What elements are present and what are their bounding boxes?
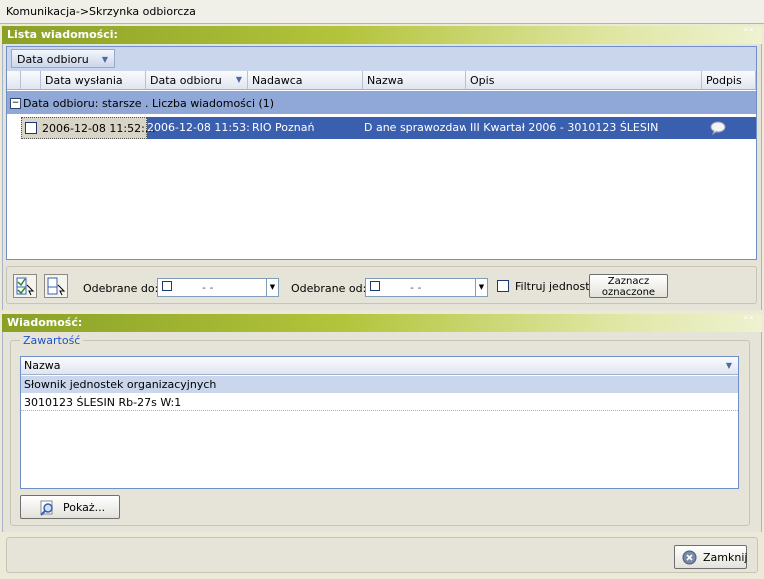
show-button-label: Pokaż... — [63, 501, 106, 514]
cell-sent-value: 2006-12-08 11:52:... — [42, 122, 156, 135]
column-header-received[interactable]: Data odbioru ▼ — [146, 71, 248, 90]
column-header-name[interactable]: Nazwa — [363, 71, 466, 90]
dropdown-arrow-icon[interactable]: ▼ — [475, 279, 487, 296]
column-header-signature[interactable]: Podpis — [702, 71, 756, 90]
group-by-label: Data odbioru — [17, 53, 89, 66]
received-from-label: Odebrane od: — [291, 282, 367, 295]
content-legend: Zawartość — [20, 334, 84, 347]
cell-description: III Kwartał 2006 - 3010123 ŚLESIN — [470, 121, 659, 134]
received-to-value: - - — [202, 281, 214, 294]
close-button[interactable]: Zamknij — [674, 545, 747, 569]
chevron-down-icon: ▼ — [725, 361, 732, 370]
cell-sender: RIO Poznań — [252, 121, 315, 134]
footer-bar: Zamknij — [6, 537, 758, 573]
cell-name: D ane sprawozdaw... — [364, 121, 466, 134]
message-panel-title: Wiadomość: — [7, 316, 83, 329]
collapse-icon[interactable]: ˄˄ — [743, 315, 754, 328]
mark-selected-button[interactable]: Zaznacz oznaczone — [589, 274, 668, 298]
uncheck-all-icon — [47, 277, 66, 296]
list-item[interactable]: 3010123 ŚLESIN Rb-27s W:1 — [21, 394, 738, 411]
column-header-sender[interactable]: Nadawca — [248, 71, 363, 90]
cell-sent: 2006-12-08 11:52:... — [21, 117, 155, 139]
dropdown-arrow-icon[interactable]: ▼ — [266, 279, 278, 296]
filter-toolbar: Odebrane do: - - ▼ Odebrane od: - - ▼ Fi… — [6, 266, 757, 304]
received-to-picker[interactable]: - - ▼ — [157, 278, 279, 297]
column-header-description[interactable]: Opis — [466, 71, 702, 90]
content-column-label: Nazwa — [24, 359, 61, 372]
list-item[interactable]: Słownik jednostek organizacyjnych — [21, 376, 738, 393]
list-panel-header: Lista wiadomości: ˄˄ — [2, 26, 762, 44]
received-to-label: Odebrane do: — [83, 282, 159, 295]
group-row[interactable]: − Data odbioru: starsze . Liczba wiadomo… — [7, 91, 756, 115]
magnifier-icon — [40, 500, 53, 516]
message-panel-header: Wiadomość: ˄˄ — [2, 314, 762, 332]
deselect-all-button[interactable] — [44, 274, 68, 298]
column-header-spacer — [21, 71, 41, 90]
signed-message-icon[interactable] — [710, 121, 726, 135]
select-all-button[interactable] — [13, 274, 37, 298]
close-button-label: Zamknij — [703, 551, 748, 564]
sort-desc-icon: ▼ — [235, 75, 242, 84]
group-by-bar: Data odbioru ▼ — [7, 47, 756, 71]
check-all-icon — [16, 277, 35, 296]
close-icon — [682, 550, 697, 565]
cell-received: 2006-12-08 11:53:... — [147, 121, 251, 134]
filter-units-label: Filtruj jednostki — [515, 280, 599, 293]
group-row-label: Data odbioru: starsze . Liczba wiadomośc… — [23, 97, 275, 110]
row-checkbox[interactable] — [25, 122, 37, 134]
column-header-received-label: Data odbioru — [150, 74, 222, 87]
column-header-spacer — [7, 71, 21, 90]
received-from-picker[interactable]: - - ▼ — [365, 278, 488, 297]
show-button[interactable]: Pokaż... — [20, 495, 120, 519]
content-column-header[interactable]: Nazwa ▼ — [21, 357, 738, 375]
message-grid: Data odbioru ▼ Data wysłania Data odbior… — [6, 46, 757, 260]
column-header-sent[interactable]: Data wysłania — [41, 71, 146, 90]
collapse-icon[interactable]: ˄˄ — [743, 27, 754, 40]
received-from-value: - - — [410, 281, 422, 294]
list-panel-title: Lista wiadomości: — [7, 28, 118, 41]
group-by-button[interactable]: Data odbioru ▼ — [11, 49, 115, 68]
received-from-checkbox[interactable] — [370, 281, 380, 291]
content-list: Nazwa ▼ Słownik jednostek organizacyjnyc… — [20, 356, 739, 489]
collapse-group-icon[interactable]: − — [10, 98, 21, 109]
received-to-checkbox[interactable] — [162, 281, 172, 291]
filter-units-checkbox[interactable] — [497, 280, 509, 292]
breadcrumb: Komunikacja->Skrzynka odbiorcza — [0, 0, 764, 24]
chevron-down-icon: ▼ — [101, 55, 108, 64]
